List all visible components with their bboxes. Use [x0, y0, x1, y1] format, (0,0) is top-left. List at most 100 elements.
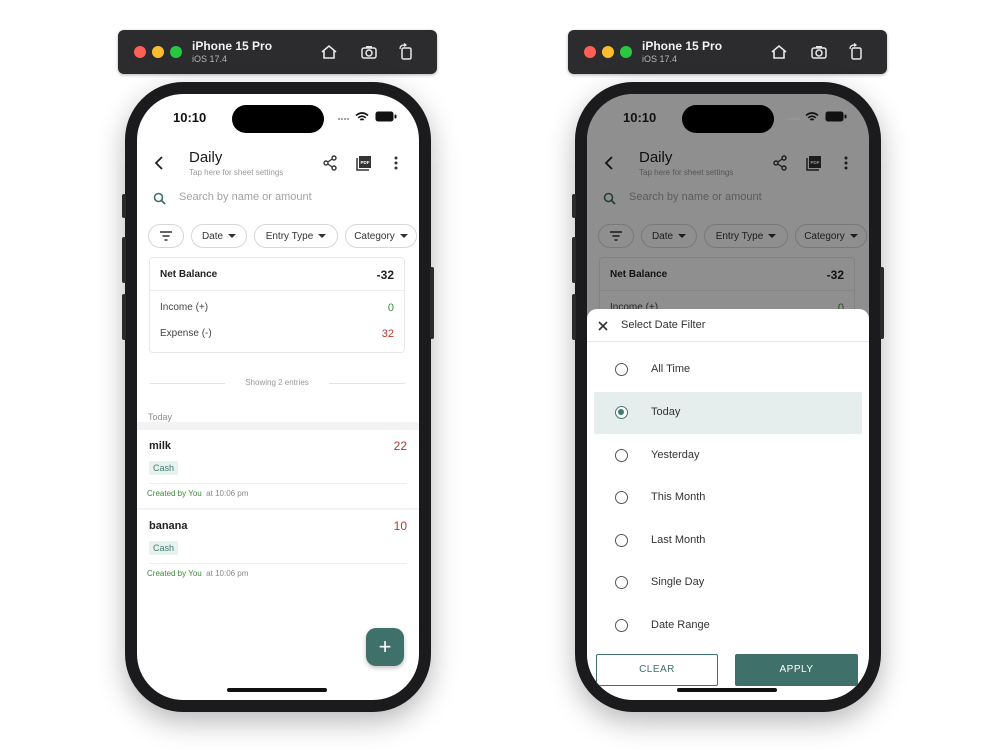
chevron-down-icon — [399, 234, 408, 238]
page-title[interactable]: Daily — [189, 149, 222, 166]
option-label: Date Range — [651, 619, 710, 631]
radio-button[interactable] — [615, 491, 628, 504]
balance-summary-card: Net Balance -32 Income (+) 0 Expense (-)… — [149, 257, 405, 353]
more-options-icon[interactable] — [393, 155, 399, 176]
date-option-last-month[interactable]: Last Month — [594, 520, 862, 562]
net-balance-value: -32 — [376, 268, 394, 282]
date-option-this-month[interactable]: This Month — [594, 477, 862, 519]
battery-icon — [375, 109, 397, 127]
device-os: iOS 17.4 — [192, 54, 228, 64]
rotate-icon[interactable] — [845, 41, 867, 63]
add-entry-button[interactable]: + — [366, 628, 404, 666]
entry-time: at 10:06 pm — [206, 569, 249, 578]
phone-screen: 10:10 Daily Tap here for sheet settings … — [587, 94, 869, 700]
entry-meta: Created by You at 10:06 pm — [147, 569, 248, 578]
dynamic-island — [232, 105, 324, 133]
date-option-today[interactable]: Today — [594, 392, 862, 434]
option-label: All Time — [651, 363, 691, 375]
option-label: Today — [651, 406, 681, 418]
status-time: 10:10 — [623, 110, 657, 125]
zoom-window-button[interactable] — [170, 46, 182, 58]
payment-mode-tag: Cash — [149, 541, 179, 555]
option-label: Yesterday — [651, 449, 700, 461]
expense-label: Expense (-) — [160, 328, 212, 339]
created-by: Created by You — [147, 569, 202, 578]
battery-icon — [825, 109, 847, 127]
expense-value: 32 — [381, 328, 394, 340]
device-name: iPhone 15 Pro — [192, 39, 273, 53]
list-item[interactable]: banana 10 Cash Created by You at 10:06 p… — [137, 510, 419, 588]
entry-type-filter-label: Entry Type — [265, 230, 314, 242]
radio-button[interactable] — [615, 363, 628, 376]
date-filter-label: Date — [201, 230, 224, 242]
home-indicator[interactable] — [227, 688, 327, 692]
date-filter-sheet: Select Date Filter All Time Today Yester… — [587, 309, 869, 700]
option-label: This Month — [651, 491, 706, 503]
phone-frame: 10:10 Daily Tap here for sheet settings … — [122, 82, 434, 712]
income-value: 0 — [387, 302, 394, 314]
wifi-icon — [805, 109, 819, 127]
zoom-window-button[interactable] — [620, 46, 632, 58]
device-os: iOS 17.4 — [642, 54, 678, 64]
date-option-all-time[interactable]: All Time — [594, 349, 862, 391]
category-filter-chip[interactable]: Category — [345, 224, 417, 248]
close-icon[interactable] — [597, 319, 609, 337]
clear-button[interactable]: CLEAR — [596, 654, 718, 686]
device-name: iPhone 15 Pro — [642, 39, 723, 53]
list-item[interactable]: milk 22 Cash Created by You at 10:06 pm — [137, 430, 419, 508]
radio-button[interactable] — [615, 449, 628, 462]
net-balance-label: Net Balance — [160, 269, 218, 280]
status-time: 10:10 — [173, 110, 207, 125]
back-icon[interactable] — [153, 156, 165, 175]
date-option-date-range[interactable]: Date Range — [594, 605, 862, 647]
pdf-icon-label: PDF — [361, 160, 370, 165]
close-window-button[interactable] — [584, 46, 596, 58]
sheet-settings-hint[interactable]: Tap here for sheet settings — [189, 168, 283, 177]
option-label: Single Day — [651, 576, 705, 588]
date-option-yesterday[interactable]: Yesterday — [594, 435, 862, 477]
cellular-icon — [337, 109, 351, 127]
entry-name: milk — [149, 440, 172, 452]
date-option-single-day[interactable]: Single Day — [594, 562, 862, 604]
radio-button[interactable] — [615, 576, 628, 589]
option-label: Last Month — [651, 534, 706, 546]
chevron-down-icon — [228, 234, 237, 238]
home-icon[interactable] — [318, 41, 340, 63]
minimize-window-button[interactable] — [602, 46, 614, 58]
category-filter-label: Category — [354, 230, 395, 242]
date-filter-chip[interactable]: Date — [191, 224, 247, 248]
apply-button[interactable]: APPLY — [735, 654, 858, 686]
radio-button[interactable] — [615, 534, 628, 547]
simulator-toolbar: iPhone 15 Pro iOS 17.4 — [568, 30, 887, 74]
entry-amount: 10 — [393, 519, 407, 533]
share-icon[interactable] — [322, 155, 338, 176]
phone-screen: 10:10 Daily Tap here for sheet settings … — [137, 94, 419, 700]
dynamic-island — [682, 105, 774, 133]
entry-name: banana — [149, 520, 188, 532]
wifi-icon — [355, 109, 369, 127]
minimize-window-button[interactable] — [152, 46, 164, 58]
chevron-down-icon — [318, 234, 327, 238]
radio-button-selected[interactable] — [615, 406, 628, 419]
payment-mode-tag: Cash — [149, 461, 179, 475]
filter-options-button[interactable] — [148, 224, 184, 248]
sheet-title: Select Date Filter — [621, 319, 706, 331]
pdf-icon[interactable]: PDF — [356, 155, 372, 176]
entry-meta: Created by You at 10:06 pm — [147, 489, 248, 498]
entry-amount: 22 — [393, 439, 407, 453]
income-label: Income (+) — [160, 302, 209, 313]
screenshot-icon[interactable] — [808, 41, 830, 63]
entries-count: Showing 2 entries — [149, 378, 405, 387]
home-icon[interactable] — [768, 41, 790, 63]
search-input[interactable]: Search by name or amount — [179, 191, 312, 203]
rotate-icon[interactable] — [395, 41, 417, 63]
date-group-label: Today — [148, 412, 173, 422]
cellular-icon — [787, 109, 801, 127]
home-indicator[interactable] — [677, 688, 777, 692]
entry-type-filter-chip[interactable]: Entry Type — [254, 224, 338, 248]
close-window-button[interactable] — [134, 46, 146, 58]
radio-button[interactable] — [615, 619, 628, 632]
phone-frame: 10:10 Daily Tap here for sheet settings … — [572, 82, 884, 712]
filter-icon — [160, 231, 172, 241]
screenshot-icon[interactable] — [358, 41, 380, 63]
